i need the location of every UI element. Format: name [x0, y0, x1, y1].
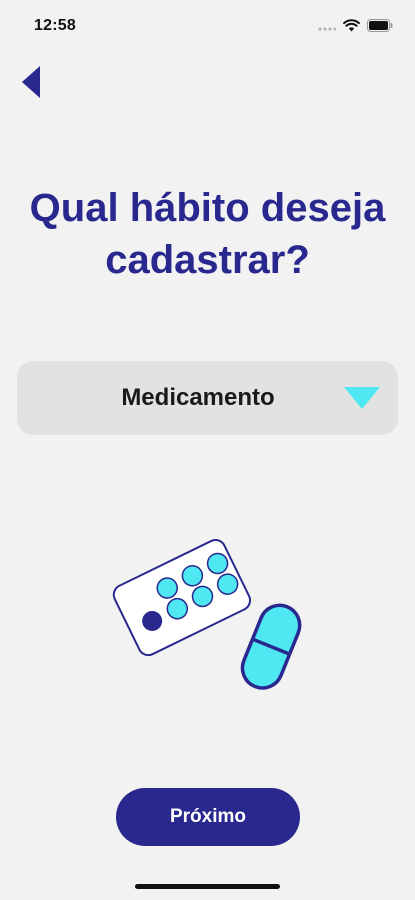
- habit-type-select[interactable]: Medicamento: [17, 361, 398, 435]
- wifi-icon: [343, 19, 360, 37]
- status-icons: [318, 19, 393, 37]
- home-indicator[interactable]: [135, 884, 280, 889]
- screen: 12:58 Qual hábito deseja cadastrar? Medi…: [0, 0, 415, 900]
- back-arrow-icon: [20, 65, 42, 104]
- capsule-icon: [240, 603, 302, 690]
- page-title: Qual hábito deseja cadastrar?: [29, 186, 386, 282]
- battery-icon: [367, 19, 393, 37]
- dropdown-triangle-icon: [344, 387, 380, 416]
- signal-dots-icon: [318, 19, 337, 37]
- medicine-pills-illustration: [105, 530, 315, 695]
- back-button[interactable]: [20, 64, 50, 104]
- habit-type-selected-value: Medicamento: [121, 384, 275, 411]
- blister-pack-icon: [112, 539, 252, 657]
- status-bar: 12:58: [0, 0, 415, 50]
- next-button[interactable]: Próximo: [116, 788, 300, 846]
- status-time: 12:58: [34, 17, 76, 34]
